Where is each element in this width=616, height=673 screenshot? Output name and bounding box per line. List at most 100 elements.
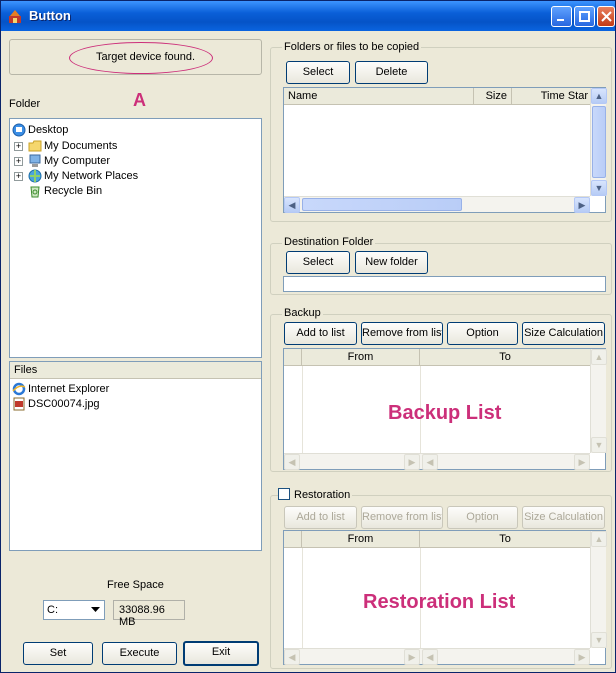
backup-size-calculation-button[interactable]: Size Calculation bbox=[522, 322, 605, 345]
folder-icon bbox=[28, 139, 42, 153]
recycle-bin-icon bbox=[28, 184, 42, 198]
copy-list-hscrollbar[interactable]: ◀ ▶ bbox=[284, 196, 590, 213]
minimize-icon bbox=[557, 19, 564, 21]
scroll-right-button[interactable]: ▶ bbox=[574, 454, 590, 470]
scroll-down-button[interactable]: ▼ bbox=[591, 180, 607, 196]
status-text: Target device found. bbox=[96, 51, 196, 63]
internet-explorer-icon bbox=[12, 382, 26, 396]
tree-item-label: Recycle Bin bbox=[44, 185, 103, 197]
folder-label: Folder bbox=[9, 98, 41, 110]
free-space-value-box: 33088.96 MB bbox=[113, 600, 185, 628]
column-to[interactable]: To bbox=[420, 349, 590, 366]
exit-button[interactable]: Exit bbox=[183, 641, 259, 666]
column-blank bbox=[284, 531, 302, 548]
annotation-marker-a: A bbox=[133, 90, 146, 110]
drive-select-value: C: bbox=[47, 604, 58, 616]
computer-icon bbox=[28, 154, 42, 168]
backup-remove-from-list-button[interactable]: Remove from list bbox=[361, 322, 443, 345]
tree-item-label: My Computer bbox=[44, 155, 111, 167]
scroll-right-button[interactable]: ▶ bbox=[404, 649, 420, 665]
scroll-thumb[interactable] bbox=[592, 106, 606, 178]
column-name[interactable]: Name bbox=[284, 88, 474, 105]
destination-select-button[interactable]: Select bbox=[286, 251, 350, 274]
scroll-left-button[interactable]: ◀ bbox=[422, 649, 438, 665]
column-time-start[interactable]: Time Star bbox=[512, 88, 590, 105]
copy-select-button[interactable]: Select bbox=[286, 61, 350, 84]
column-divider bbox=[302, 548, 303, 648]
set-button[interactable]: Set bbox=[23, 642, 93, 665]
restoration-checkbox[interactable] bbox=[278, 488, 290, 500]
tree-item-label: My Documents bbox=[44, 140, 118, 152]
window-title: Button bbox=[29, 8, 71, 23]
column-from[interactable]: From bbox=[302, 349, 420, 366]
scroll-up-button[interactable]: ▲ bbox=[591, 88, 607, 104]
backup-list-vscrollbar[interactable]: ▲ ▼ bbox=[590, 349, 607, 453]
tree-item-label: Desktop bbox=[28, 124, 69, 136]
drive-select[interactable]: C: bbox=[43, 600, 105, 620]
restoration-add-to-list-button[interactable]: Add to list bbox=[284, 506, 357, 529]
files-list[interactable]: Files Internet Explorer DSC00074.jpg bbox=[9, 361, 262, 551]
maximize-icon bbox=[579, 11, 590, 22]
app-icon bbox=[6, 7, 24, 25]
column-size[interactable]: Size bbox=[474, 88, 512, 105]
copy-list[interactable]: Name Size Time Star ▲ ▼ ◀ ▶ bbox=[283, 87, 607, 213]
image-file-icon bbox=[12, 397, 26, 411]
scroll-down-button[interactable]: ▼ bbox=[591, 632, 607, 648]
restoration-list-annotation: Restoration List bbox=[363, 591, 516, 613]
new-folder-button[interactable]: New folder bbox=[355, 251, 428, 274]
scroll-up-button[interactable]: ▲ bbox=[591, 349, 607, 365]
scroll-right-button[interactable]: ▶ bbox=[574, 197, 590, 213]
scroll-right-button[interactable]: ▶ bbox=[404, 454, 420, 470]
chevron-down-icon[interactable] bbox=[88, 602, 103, 618]
scroll-up-button[interactable]: ▲ bbox=[591, 531, 607, 547]
backup-list-hscrollbar[interactable]: ◀ ▶ ◀ ▶ bbox=[284, 453, 590, 470]
minimize-button[interactable] bbox=[551, 6, 572, 27]
copy-delete-button[interactable]: Delete bbox=[355, 61, 428, 84]
expand-my-documents[interactable]: + bbox=[14, 142, 23, 151]
desktop-icon bbox=[12, 123, 26, 137]
tree-item-label: My Network Places bbox=[44, 170, 139, 182]
backup-list-annotation: Backup List bbox=[388, 402, 502, 424]
expand-my-network-places[interactable]: + bbox=[14, 172, 23, 181]
restoration-list-hscrollbar[interactable]: ◀ ▶ ◀ ▶ bbox=[284, 648, 590, 665]
restoration-size-calculation-button[interactable]: Size Calculation bbox=[522, 506, 605, 529]
files-header-label: Files bbox=[14, 364, 38, 376]
scroll-thumb[interactable] bbox=[302, 198, 462, 211]
main-window: Button Target device found. Folder A Des… bbox=[0, 0, 616, 673]
restoration-list-vscrollbar[interactable]: ▲ ▼ bbox=[590, 531, 607, 648]
destination-path-input[interactable] bbox=[283, 276, 606, 292]
copy-list-vscrollbar[interactable]: ▲ ▼ bbox=[590, 88, 607, 196]
copy-group-label: Folders or files to be copied bbox=[282, 41, 422, 53]
scroll-left-button[interactable]: ◀ bbox=[284, 197, 300, 213]
destination-group-label: Destination Folder bbox=[282, 236, 376, 248]
network-icon bbox=[28, 169, 42, 183]
restoration-option-button[interactable]: Option bbox=[447, 506, 518, 529]
scroll-left-button[interactable]: ◀ bbox=[422, 454, 438, 470]
restoration-remove-from-list-button[interactable]: Remove from list bbox=[361, 506, 443, 529]
file-item-label: Internet Explorer bbox=[28, 383, 110, 395]
restoration-list-header: From To bbox=[284, 531, 590, 548]
close-button[interactable] bbox=[597, 6, 615, 27]
free-space-value: 33088.96 MB bbox=[119, 604, 165, 628]
column-to[interactable]: To bbox=[420, 531, 590, 548]
free-space-label: Free Space bbox=[107, 579, 164, 591]
backup-option-button[interactable]: Option bbox=[447, 322, 518, 345]
folder-tree[interactable]: Desktop + My Documents + My Computer + M… bbox=[9, 118, 262, 358]
execute-button[interactable]: Execute bbox=[102, 642, 177, 665]
scroll-down-button[interactable]: ▼ bbox=[591, 437, 607, 453]
expand-my-computer[interactable]: + bbox=[14, 157, 23, 166]
backup-add-to-list-button[interactable]: Add to list bbox=[284, 322, 357, 345]
scroll-left-button[interactable]: ◀ bbox=[284, 454, 300, 470]
copy-list-header: Name Size Time Star bbox=[284, 88, 590, 105]
files-header: Files bbox=[10, 362, 261, 379]
close-icon bbox=[601, 11, 612, 22]
backup-group-label: Backup bbox=[282, 307, 323, 319]
maximize-button[interactable] bbox=[574, 6, 595, 27]
restoration-group-header: Restoration bbox=[278, 488, 353, 501]
column-from[interactable]: From bbox=[302, 531, 420, 548]
title-bar[interactable]: Button bbox=[1, 1, 615, 31]
scroll-right-button[interactable]: ▶ bbox=[574, 649, 590, 665]
scroll-left-button[interactable]: ◀ bbox=[284, 649, 300, 665]
backup-list-header: From To bbox=[284, 349, 590, 366]
file-item-label: DSC00074.jpg bbox=[28, 398, 100, 410]
